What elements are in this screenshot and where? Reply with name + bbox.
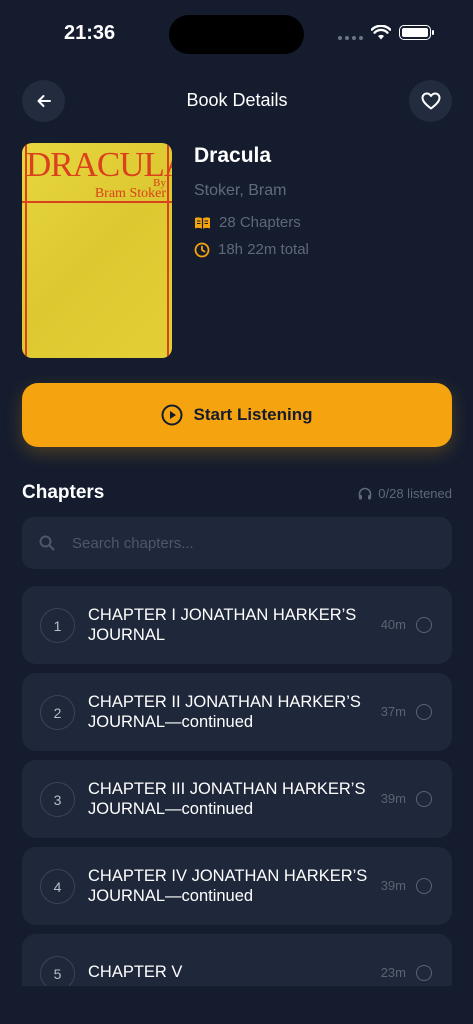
chapter-title: CHAPTER II JONATHAN HARKER’S JOURNAL—con… xyxy=(88,693,361,731)
start-listening-label: Start Listening xyxy=(193,405,313,424)
wifi-icon xyxy=(371,24,391,39)
cover-author: Bram Stoker xyxy=(94,186,166,201)
chapter-duration: 39m xyxy=(380,878,406,893)
chapters-header: Chapters 0/28 listened xyxy=(22,482,452,506)
heart-icon xyxy=(421,92,440,110)
book-info: DRACULA By Bram Stoker Dracula Stoker, B… xyxy=(22,143,452,358)
signal-icon xyxy=(338,36,363,40)
chapter-search[interactable] xyxy=(22,517,452,569)
chapter-duration: 40m xyxy=(380,617,406,632)
chapter-title: CHAPTER I JONATHAN HARKER’S JOURNAL xyxy=(88,606,357,644)
headphones-icon xyxy=(358,487,372,500)
search-icon xyxy=(39,535,55,551)
chapter-number: 5 xyxy=(40,956,75,986)
page-title: Book Details xyxy=(186,90,288,110)
chapter-number: 4 xyxy=(40,869,75,904)
book-meta: Dracula Stoker, Bram 28 Chapters 18h 22m… xyxy=(194,143,309,258)
chapter-list: 1 CHAPTER I JONATHAN HARKER’S JOURNAL 40… xyxy=(22,586,452,986)
cover-title: DRACULA xyxy=(26,145,172,184)
chapter-item[interactable]: 1 CHAPTER I JONATHAN HARKER’S JOURNAL 40… xyxy=(22,586,452,664)
total-duration: 18h 22m total xyxy=(218,241,309,258)
start-listening-button[interactable]: Start Listening xyxy=(22,383,452,447)
chapters-count-row: 28 Chapters xyxy=(194,214,309,231)
status-time: 21:36 xyxy=(64,22,116,44)
book-title: Dracula xyxy=(194,144,272,167)
book-cover: DRACULA By Bram Stoker xyxy=(22,143,172,358)
chapter-duration: 39m xyxy=(380,791,406,806)
chapter-item[interactable]: 3 CHAPTER III JONATHAN HARKER’S JOURNAL—… xyxy=(22,760,452,838)
radio-empty-icon[interactable] xyxy=(416,617,432,633)
chapter-item[interactable]: 2 CHAPTER II JONATHAN HARKER’S JOURNAL—c… xyxy=(22,673,452,751)
header: Book Details xyxy=(22,80,452,122)
listened-count: 0/28 listened xyxy=(378,486,452,501)
status-bar: 21:36 xyxy=(0,0,473,70)
book-author: Stoker, Bram xyxy=(194,182,287,199)
radio-empty-icon[interactable] xyxy=(416,791,432,807)
chapter-duration: 23m xyxy=(380,965,406,980)
radio-empty-icon[interactable] xyxy=(416,878,432,894)
chapter-title: CHAPTER IV JONATHAN HARKER’S JOURNAL—con… xyxy=(88,867,368,905)
book-icon xyxy=(195,216,210,229)
chapter-title: CHAPTER III JONATHAN HARKER’S JOURNAL—co… xyxy=(88,780,366,818)
radio-empty-icon[interactable] xyxy=(416,704,432,720)
favorite-button[interactable] xyxy=(409,80,452,122)
chapters-count: 28 Chapters xyxy=(219,214,301,231)
chapter-duration: 37m xyxy=(380,704,406,719)
chapter-number: 2 xyxy=(40,695,75,730)
duration-row: 18h 22m total xyxy=(194,241,309,258)
status-icons xyxy=(338,24,434,40)
clock-icon xyxy=(194,242,210,257)
dynamic-island xyxy=(169,15,304,54)
chapter-item[interactable]: 5 CHAPTER V 23m xyxy=(22,934,452,986)
chapter-item[interactable]: 4 CHAPTER IV JONATHAN HARKER’S JOURNAL—c… xyxy=(22,847,452,925)
chapter-number: 1 xyxy=(40,608,75,643)
listened-progress: 0/28 listened xyxy=(358,486,452,501)
radio-empty-icon[interactable] xyxy=(416,965,432,981)
play-circle-icon xyxy=(161,404,183,426)
search-input[interactable] xyxy=(72,534,412,552)
chapter-number: 3 xyxy=(40,782,75,817)
chapters-title: Chapters xyxy=(22,482,105,503)
battery-icon xyxy=(399,24,434,40)
chapter-title: CHAPTER V xyxy=(88,963,183,981)
